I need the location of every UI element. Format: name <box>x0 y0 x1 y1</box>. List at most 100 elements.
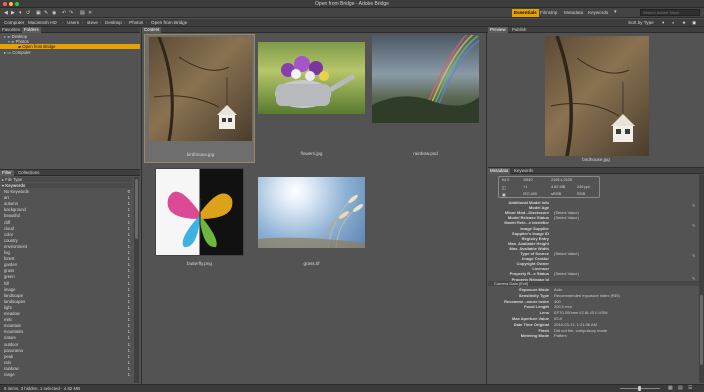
workspace-menu-icon[interactable]: ▾ <box>614 9 617 15</box>
breadcrumb-computer[interactable]: Computer <box>4 20 24 26</box>
breadcrumb-steve[interactable]: steve <box>87 20 98 26</box>
workspace-essentials[interactable]: Essentials <box>512 9 539 17</box>
thumbnail-item[interactable]: rainbow.psd <box>370 34 481 163</box>
metadata-scroll-thumb[interactable] <box>700 295 703 365</box>
sort-dropdown[interactable]: Sort by Type <box>628 20 654 26</box>
list-view-icon[interactable]: ☰ <box>688 385 692 391</box>
details-view-icon[interactable]: ▤ <box>678 385 683 391</box>
camera-field-row[interactable]: Exposure Mode Auto <box>488 287 700 292</box>
keyword-filter-item[interactable]: fog 1 <box>4 250 132 255</box>
keyword-filter-item[interactable]: light 1 <box>4 305 132 310</box>
keyword-filter-item[interactable]: background 1 <box>4 207 132 212</box>
keyword-filter-item[interactable]: autumn 1 <box>4 201 132 206</box>
search-input[interactable] <box>640 9 700 16</box>
camera-field-row[interactable]: Date Time Original 2016-03-13, 1:21:06 AM <box>488 322 700 327</box>
tab-publish[interactable]: Publish <box>510 27 528 33</box>
get-photos-icon[interactable]: ▣ <box>36 10 41 16</box>
camera-field-row[interactable]: Focal Length 200.0 mm <box>488 304 700 309</box>
keyword-filter-item[interactable]: nature 1 <box>4 335 132 340</box>
filter-keywords-heading[interactable]: ▾ Keywords <box>2 183 132 188</box>
sort-direction-icon[interactable]: ▾ <box>662 20 664 26</box>
tab-collections[interactable]: Collections <box>16 170 41 176</box>
camera-field-row[interactable]: Lens EF70-200mm f/2.8L IS II USM <box>488 310 700 315</box>
tab-content[interactable]: Content <box>142 27 162 33</box>
thumbnail-item[interactable]: grass.tif <box>256 165 367 294</box>
keyword-filter-item[interactable]: mountain 1 <box>4 323 132 328</box>
tab-favorites[interactable]: Favorites <box>0 27 22 33</box>
open-in-camera-raw-icon[interactable]: ◉ <box>52 10 56 16</box>
camera-data-section[interactable]: Camera Data (Exif) <box>488 281 700 286</box>
folder-open-from-bridge[interactable]: ▰ Open from Bridge <box>0 44 140 49</box>
edit-pencil-icon[interactable]: ✎ <box>692 223 695 228</box>
quality-icon[interactable]: ◐ <box>672 20 675 26</box>
keyword-filter-item[interactable]: No Keywords 0 <box>4 189 132 194</box>
keyword-filter-item[interactable]: grass 1 <box>4 268 132 273</box>
keyword-filter-item[interactable]: environment 1 <box>4 244 132 249</box>
tab-keywords[interactable]: Keywords <box>512 168 535 174</box>
keyword-filter-item[interactable]: mist 1 <box>4 317 132 322</box>
breadcrumb-users[interactable]: Users <box>67 20 79 26</box>
keyword-filter-item[interactable]: country 1 <box>4 238 132 243</box>
metadata-scrollbar[interactable] <box>699 175 704 383</box>
camera-field-row[interactable]: Recomme...osure Index 400 <box>488 299 700 304</box>
workspace-filmstrip[interactable]: Filmstrip <box>538 9 559 17</box>
boomerang-icon[interactable]: ↺ <box>26 10 30 16</box>
refine-icon[interactable]: ✎ <box>44 10 48 16</box>
keyword-filter-item[interactable]: rain 1 <box>4 360 132 365</box>
breadcrumb-open-from-bridge[interactable]: Open from Bridge <box>151 20 187 26</box>
filter-file-type[interactable]: ▸ File Type <box>2 177 132 182</box>
camera-field-row[interactable]: Sensitivity Type Recommended exposure ind… <box>488 293 700 298</box>
rotate-right-icon[interactable]: ↷ <box>69 10 73 16</box>
tab-folders[interactable]: Folders <box>22 27 41 33</box>
tab-filter[interactable]: Filter <box>0 170 14 176</box>
edit-pencil-icon[interactable]: ✎ <box>692 253 695 258</box>
camera-field-row[interactable]: Max Aperture Value f/2.8 <box>488 316 700 321</box>
forward-icon[interactable]: ▶ <box>11 10 15 16</box>
keyword-filter-item[interactable]: forest 1 <box>4 256 132 261</box>
keyword-filter-item[interactable]: outdoor 1 <box>4 342 132 347</box>
camera-field-row[interactable]: Metering Mode Pattern <box>488 333 700 338</box>
keyword-filter-item[interactable]: cloud 1 <box>4 226 132 231</box>
keyword-filter-item[interactable]: cliff 1 <box>4 220 132 225</box>
keyword-filter-item[interactable]: green 1 <box>4 274 132 279</box>
back-icon[interactable]: ◀ <box>4 10 8 16</box>
workspace-keywords[interactable]: Keywords <box>586 9 610 17</box>
breadcrumb-desktop[interactable]: Desktop <box>105 20 122 26</box>
slider-handle[interactable] <box>638 386 641 391</box>
keyword-filter-item[interactable]: range 1 <box>4 372 132 377</box>
keyword-filter-item[interactable]: image 1 <box>4 287 132 292</box>
keyword-filter-item[interactable]: landscape 1 <box>4 293 132 298</box>
edit-pencil-icon[interactable]: ✎ <box>692 276 695 281</box>
camera-field-row[interactable]: Flash Did not fire, compulsory mode <box>488 328 700 333</box>
preview-image[interactable] <box>545 36 649 156</box>
new-folder-small-icon[interactable]: ▣ <box>692 20 696 26</box>
keyword-filter-item[interactable]: art 1 <box>4 195 132 200</box>
tab-preview[interactable]: Preview <box>488 27 508 33</box>
thumbnail-item[interactable]: flowers.jpg <box>256 34 367 163</box>
tab-metadata[interactable]: Metadata <box>488 168 511 174</box>
keyword-filter-item[interactable]: peak 1 <box>4 354 132 359</box>
keyword-filter-item[interactable]: beautiful 1 <box>4 213 132 218</box>
recent-folder-icon[interactable]: ▾ <box>19 10 22 16</box>
grid-view-icon[interactable]: ▦ <box>668 385 673 391</box>
breadcrumb-photos[interactable]: Photos <box>129 20 143 26</box>
keyword-filter-item[interactable]: landscapes 1 <box>4 299 132 304</box>
keyword-filter-item[interactable]: panorama 1 <box>4 348 132 353</box>
keyword-filter-item[interactable]: meadow 1 <box>4 311 132 316</box>
breadcrumb-macintosh-hd[interactable]: Macintosh HD <box>28 20 57 26</box>
keyword-filter-item[interactable]: color 1 <box>4 232 132 237</box>
rotate-left-icon[interactable]: ↶ <box>62 10 66 16</box>
keyword-filter-item[interactable]: hill 1 <box>4 281 132 286</box>
keyword-filter-item[interactable]: mountains 1 <box>4 329 132 334</box>
new-folder-icon[interactable]: ▤ <box>80 10 85 16</box>
thumbnail-item[interactable]: birdhouse.jpg <box>144 34 255 163</box>
folder-computer[interactable]: ▸ ▭ Computer <box>4 50 140 55</box>
keyword-filter-item[interactable]: rainbow 1 <box>4 366 132 371</box>
thumbnail-item[interactable]: butterfly.png <box>144 165 255 294</box>
edit-pencil-icon[interactable]: ✎ <box>692 203 695 208</box>
filter-scroll-thumb[interactable] <box>135 179 138 239</box>
workspace-metadata[interactable]: Metadata <box>562 9 585 17</box>
delete-icon[interactable]: ✕ <box>88 10 92 16</box>
filter-scrollbar[interactable] <box>134 177 139 383</box>
keyword-filter-item[interactable]: garden 1 <box>4 262 132 267</box>
